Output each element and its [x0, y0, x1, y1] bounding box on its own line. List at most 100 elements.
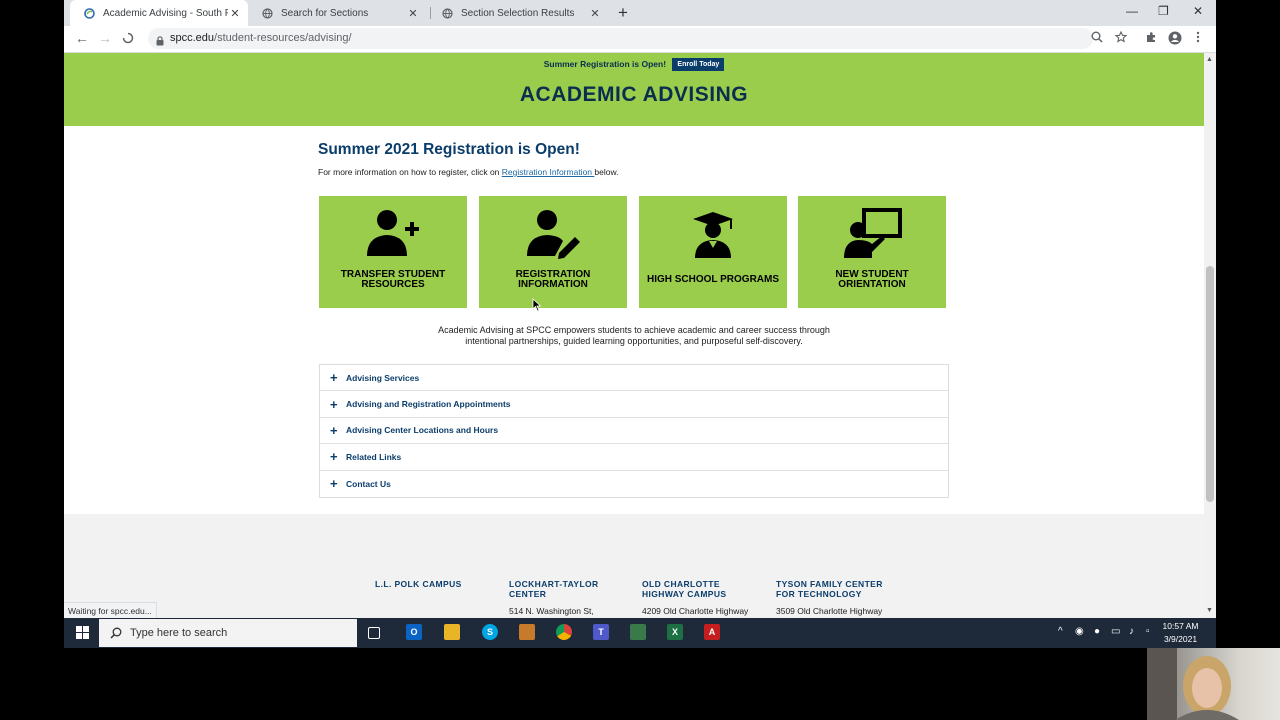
- tab-academic-advising[interactable]: Academic Advising - South Piedm ✕: [70, 0, 248, 26]
- mission-line: Academic Advising at SPCC empowers stude…: [438, 325, 830, 335]
- accordion-item-related-links[interactable]: + Related Links: [320, 444, 948, 471]
- campus-name: HIGHWAY CAMPUS: [642, 589, 727, 599]
- campus-old-charlotte: OLD CHARLOTTE HIGHWAY CAMPUS 4209 Old Ch…: [642, 579, 748, 616]
- outlook-icon[interactable]: O: [406, 624, 422, 640]
- globe-icon: [442, 7, 453, 19]
- accordion-label: Advising Services: [346, 372, 420, 383]
- close-tab-icon[interactable]: ✕: [588, 7, 602, 20]
- mission-line: intentional partnerships, guided learnin…: [465, 336, 803, 346]
- microphone-icon[interactable]: ●: [1094, 626, 1100, 637]
- acrobat-icon[interactable]: A: [704, 624, 720, 640]
- page-scrollbar[interactable]: ▲ ▼: [1204, 53, 1216, 618]
- accordion-label: Advising Center Locations and Hours: [346, 425, 499, 436]
- accordion-label: Contact Us: [346, 478, 391, 489]
- campus-lockhart-taylor: LOCKHART-TAYLOR CENTER 514 N. Washington…: [509, 579, 599, 616]
- network-icon[interactable]: ▫: [1146, 626, 1150, 637]
- card-transfer-student-resources[interactable]: TRANSFER STUDENT RESOURCES: [319, 196, 467, 308]
- close-tab-icon[interactable]: ✕: [406, 7, 420, 20]
- presenter-icon: [844, 208, 902, 258]
- webcam-overlay: [1147, 648, 1280, 720]
- search-icon: [110, 627, 122, 639]
- tab-title: Search for Sections: [281, 7, 369, 19]
- spcc-favicon-icon: [84, 7, 95, 19]
- url-text: spcc.edu/student-resources/advising/: [170, 32, 352, 44]
- browser-menu-icon[interactable]: [1196, 31, 1200, 46]
- forward-arrow-icon[interactable]: →: [98, 30, 112, 46]
- scroll-down-arrow-icon[interactable]: ▼: [1206, 607, 1213, 614]
- lock-icon[interactable]: [156, 33, 164, 51]
- volume-icon[interactable]: ♪: [1129, 626, 1134, 637]
- scroll-up-arrow-icon[interactable]: ▲: [1206, 56, 1213, 63]
- restore-button[interactable]: ❐: [1158, 4, 1169, 18]
- campus-polk: L.L. POLK CAMPUS: [375, 579, 462, 589]
- bookmark-star-icon[interactable]: [1114, 30, 1128, 46]
- url-domain: spcc.edu: [170, 32, 215, 44]
- card-registration-information[interactable]: REGISTRATION INFORMATION: [479, 196, 627, 308]
- card-new-student-orientation[interactable]: NEW STUDENT ORIENTATION: [798, 196, 946, 308]
- web-page: Summer Registration is Open! Enroll Toda…: [64, 53, 1204, 618]
- loading-status: Waiting for spcc.edu...: [64, 602, 157, 618]
- scrollbar-thumb[interactable]: [1206, 266, 1214, 502]
- announcement-bar: Summer Registration is Open! Enroll Toda…: [64, 58, 1204, 71]
- close-tab-icon[interactable]: ✕: [228, 7, 242, 20]
- expand-plus-icon: +: [330, 476, 338, 492]
- tray-globe-icon[interactable]: ◉: [1075, 626, 1084, 637]
- expand-plus-icon: +: [330, 449, 338, 465]
- card-label: RESOURCES: [361, 279, 425, 290]
- tray-overflow-chevron-icon[interactable]: ^: [1058, 626, 1063, 637]
- registration-heading: Summer 2021 Registration is Open!: [318, 141, 580, 158]
- search-placeholder: Type here to search: [130, 627, 228, 639]
- extensions-puzzle-icon[interactable]: [1145, 31, 1157, 46]
- system-clock[interactable]: 10:57 AM 3/9/2021: [1153, 620, 1208, 646]
- accordion-item-advising-services[interactable]: + Advising Services: [320, 365, 948, 392]
- accordion-label: Advising and Registration Appointments: [346, 399, 511, 410]
- card-label: ORIENTATION: [838, 279, 906, 290]
- close-window-button[interactable]: ✕: [1193, 4, 1203, 18]
- person-edit-icon: [527, 210, 580, 259]
- minimize-button[interactable]: —: [1126, 4, 1138, 18]
- page-title: ACADEMIC ADVISING: [519, 83, 749, 106]
- expand-plus-icon: +: [330, 422, 338, 438]
- card-high-school-programs[interactable]: HIGH SCHOOL PROGRAMS: [639, 196, 787, 308]
- browser-toolbar: ← → spcc.edu/student-resources/advising/: [64, 26, 1216, 53]
- accordion-item-appointments[interactable]: + Advising and Registration Appointments: [320, 391, 948, 418]
- registration-information-link[interactable]: Registration Information: [502, 167, 595, 177]
- profile-avatar-icon[interactable]: [1168, 31, 1182, 48]
- tab-section-results[interactable]: Section Selection Results ✕: [428, 0, 608, 26]
- accordion-item-contact-us[interactable]: + Contact Us: [320, 471, 948, 497]
- announcement-text: Summer Registration is Open!: [543, 58, 667, 69]
- windows-start-icon[interactable]: [76, 626, 89, 639]
- tab-search-sections[interactable]: Search for Sections ✕: [248, 0, 426, 26]
- person-add-icon: [367, 210, 419, 256]
- campus-address: 4209 Old Charlotte Highway: [642, 606, 749, 616]
- app-icon[interactable]: [630, 624, 646, 640]
- address-bar[interactable]: spcc.edu/student-resources/advising/: [148, 28, 1093, 49]
- app-icon[interactable]: [519, 624, 535, 640]
- campus-name: OLD CHARLOTTE: [642, 579, 720, 589]
- chrome-icon[interactable]: [556, 624, 572, 640]
- accordion-item-locations[interactable]: + Advising Center Locations and Hours: [320, 418, 948, 445]
- file-explorer-icon[interactable]: [444, 624, 460, 640]
- clock-date: 3/9/2021: [1163, 634, 1198, 644]
- campus-tyson-family: TYSON FAMILY CENTER FOR TECHNOLOGY 3509 …: [776, 579, 883, 616]
- taskbar-search-box[interactable]: Type here to search: [99, 619, 357, 647]
- tab-title: Section Selection Results: [461, 7, 575, 19]
- site-footer: L.L. POLK CAMPUS LOCKHART-TAYLOR CENTER …: [64, 514, 1204, 618]
- new-tab-button[interactable]: +: [618, 3, 628, 23]
- loading-spinner-icon[interactable]: [122, 30, 134, 47]
- card-label: HIGH SCHOOL PROGRAMS: [646, 274, 780, 285]
- presenter-video-icon: [1147, 648, 1239, 720]
- teams-icon[interactable]: T: [593, 624, 609, 640]
- skype-icon[interactable]: S: [482, 624, 498, 640]
- zoom-search-icon[interactable]: [1091, 31, 1103, 46]
- back-arrow-icon[interactable]: ←: [75, 30, 89, 46]
- task-view-icon[interactable]: [368, 627, 380, 639]
- excel-icon[interactable]: X: [667, 624, 683, 640]
- intro-before: For more information on how to register,…: [318, 167, 502, 177]
- battery-icon[interactable]: ▭: [1111, 626, 1120, 637]
- campus-name: TYSON FAMILY CENTER: [776, 579, 883, 589]
- tab-title: Academic Advising - South Piedm: [103, 7, 228, 19]
- intro-text: For more information on how to register,…: [318, 167, 619, 177]
- accordion: + Advising Services + Advising and Registr…: [319, 364, 949, 498]
- enroll-today-button[interactable]: Enroll Today: [672, 58, 725, 71]
